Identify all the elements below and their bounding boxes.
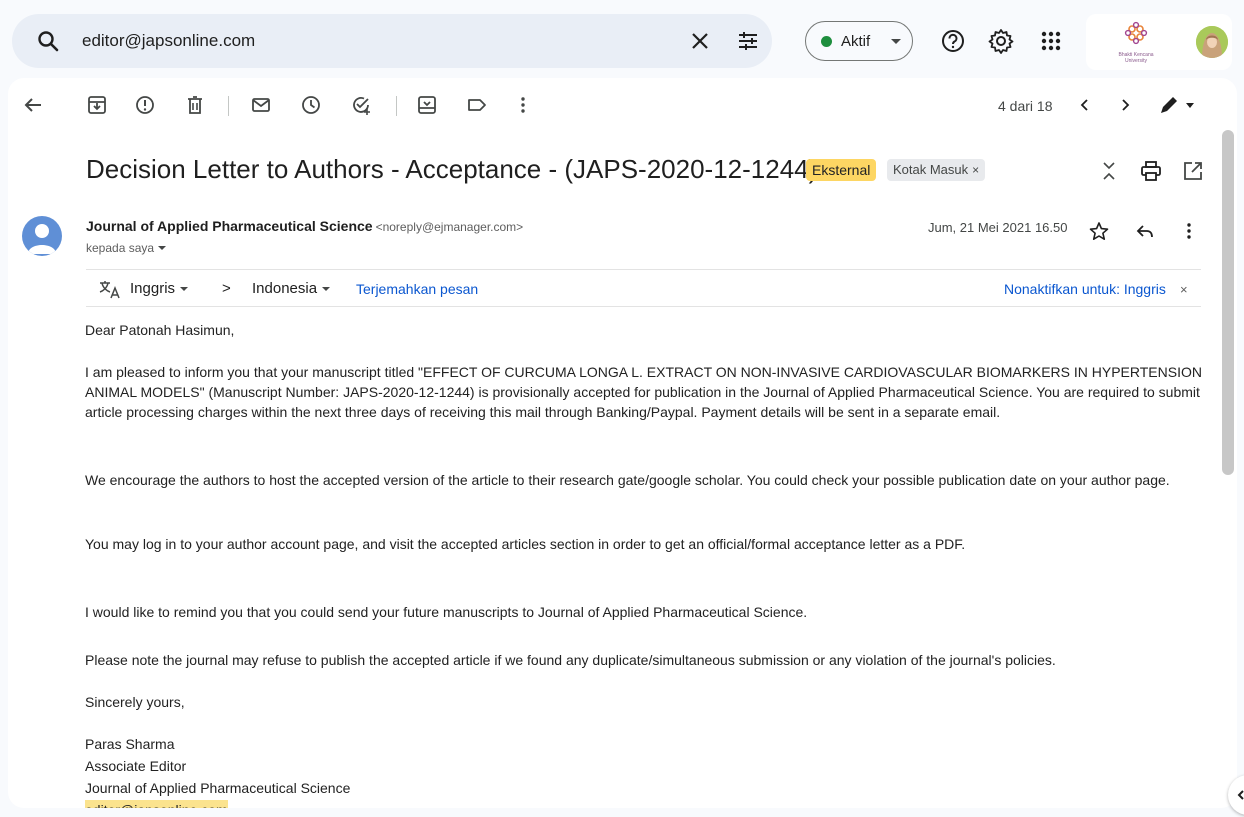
clear-search-icon[interactable] (688, 29, 712, 53)
external-badge: Eksternal (806, 159, 877, 181)
translate-icon (99, 281, 120, 299)
target-language-dropdown[interactable]: Indonesia (252, 280, 331, 297)
status-label: Aktif (841, 33, 871, 50)
disable-translation-link[interactable]: Nonaktifkan untuk: Inggris (1004, 281, 1166, 297)
body-paragraph: I am pleased to inform you that your man… (85, 364, 1202, 420)
source-language: Inggris (130, 280, 176, 297)
scrollbar-thumb[interactable] (1222, 130, 1234, 475)
recipient-toggle[interactable]: kepada saya (86, 241, 167, 255)
body-paragraph: I would like to remind you that you coul… (85, 604, 808, 620)
add-task-icon[interactable] (350, 94, 372, 116)
toolbar-divider (228, 96, 229, 116)
inbox-label-chip[interactable]: Kotak Masuk × (887, 159, 986, 181)
email-subject: Decision Letter to Authors - Acceptance … (86, 154, 818, 184)
remove-label-icon[interactable]: × (972, 163, 979, 177)
signature-name: Paras Sharma (85, 736, 175, 752)
chevron-down-icon (158, 246, 167, 250)
status-dot (821, 36, 832, 47)
sender-email: <noreply@ejmanager.com> (375, 220, 524, 234)
message-toolbar: 4 dari 18 (8, 78, 1237, 134)
archive-icon[interactable] (86, 94, 108, 116)
close-translate-icon[interactable]: × (1180, 282, 1188, 297)
back-arrow-icon[interactable] (22, 94, 44, 116)
translate-bar: Inggris > Indonesia Terjemahkan pesan No… (86, 269, 1201, 307)
chevron-down-icon (891, 39, 901, 44)
signature-email[interactable]: editor@japsonline.com (85, 800, 228, 808)
more-vert-icon[interactable] (512, 94, 534, 116)
search-input[interactable]: editor@japsonline.com (82, 31, 255, 51)
page-counter: 4 dari 18 (998, 98, 1053, 114)
help-icon[interactable] (940, 28, 966, 54)
gear-icon[interactable] (988, 28, 1014, 54)
input-tools-pen-icon[interactable] (1158, 94, 1198, 116)
top-bar: editor@japsonline.com Aktif Bhakti Kenca… (0, 0, 1244, 82)
organization-logo: Bhakti Kencana University (1114, 20, 1158, 64)
label-icon[interactable] (466, 94, 488, 116)
source-language-dropdown[interactable]: Inggris (130, 280, 189, 297)
organization-caption: Bhakti Kencana University (1118, 52, 1154, 64)
search-icon[interactable] (36, 29, 60, 53)
inbox-label-text: Kotak Masuk (893, 162, 969, 177)
snooze-clock-icon[interactable] (300, 94, 322, 116)
body-paragraph: You may log in to your author account pa… (85, 536, 966, 552)
chevron-down-icon (322, 287, 331, 291)
collapse-all-icon[interactable] (1098, 160, 1120, 182)
mark-unread-icon[interactable] (250, 94, 272, 116)
chevron-down-icon (180, 287, 189, 291)
toolbar-divider (396, 96, 397, 116)
signature-title: Associate Editor (85, 758, 187, 774)
flower-logo-icon (1124, 21, 1148, 45)
search-options-icon[interactable] (736, 29, 760, 53)
search-bar[interactable]: editor@japsonline.com (12, 14, 772, 68)
signature-organization: Journal of Applied Pharmaceutical Scienc… (85, 780, 351, 796)
reply-icon[interactable] (1134, 220, 1156, 242)
move-to-icon[interactable] (416, 94, 438, 116)
closing: Sincerely yours, (85, 694, 185, 710)
greeting: Dear Patonah Hasimun, (85, 322, 235, 338)
star-icon[interactable] (1088, 220, 1110, 242)
status-selector[interactable]: Aktif (805, 21, 913, 61)
chevron-right-icon[interactable] (1114, 94, 1136, 116)
report-spam-icon[interactable] (134, 94, 156, 116)
message-view: 4 dari 18 Decision Letter to Authors - A… (8, 78, 1237, 808)
delete-icon[interactable] (184, 94, 206, 116)
body-paragraph: We encourage the authors to host the acc… (85, 472, 1170, 488)
sender-name[interactable]: Journal of Applied Pharmaceutical Scienc… (86, 218, 373, 234)
open-in-new-window-icon[interactable] (1182, 160, 1204, 182)
user-avatar[interactable] (1196, 26, 1228, 58)
more-vert-icon[interactable] (1178, 220, 1200, 242)
body-paragraph: Please note the journal may refuse to pu… (85, 652, 1056, 668)
email-date: Jum, 21 Mei 2021 16.50 (928, 220, 1068, 235)
chevron-left-icon (1237, 790, 1244, 800)
recipient-label: kepada saya (86, 241, 155, 255)
print-icon[interactable] (1140, 160, 1162, 182)
target-language: Indonesia (252, 280, 318, 297)
account-switcher[interactable]: Bhakti Kencana University (1086, 14, 1232, 70)
sender-info: Journal of Applied Pharmaceutical Scienc… (86, 218, 523, 234)
sender-avatar[interactable] (22, 216, 62, 256)
translate-arrow: > (222, 280, 231, 297)
apps-grid-icon[interactable] (1038, 28, 1064, 54)
chevron-left-icon[interactable] (1074, 94, 1096, 116)
translate-message-link[interactable]: Terjemahkan pesan (356, 281, 478, 297)
